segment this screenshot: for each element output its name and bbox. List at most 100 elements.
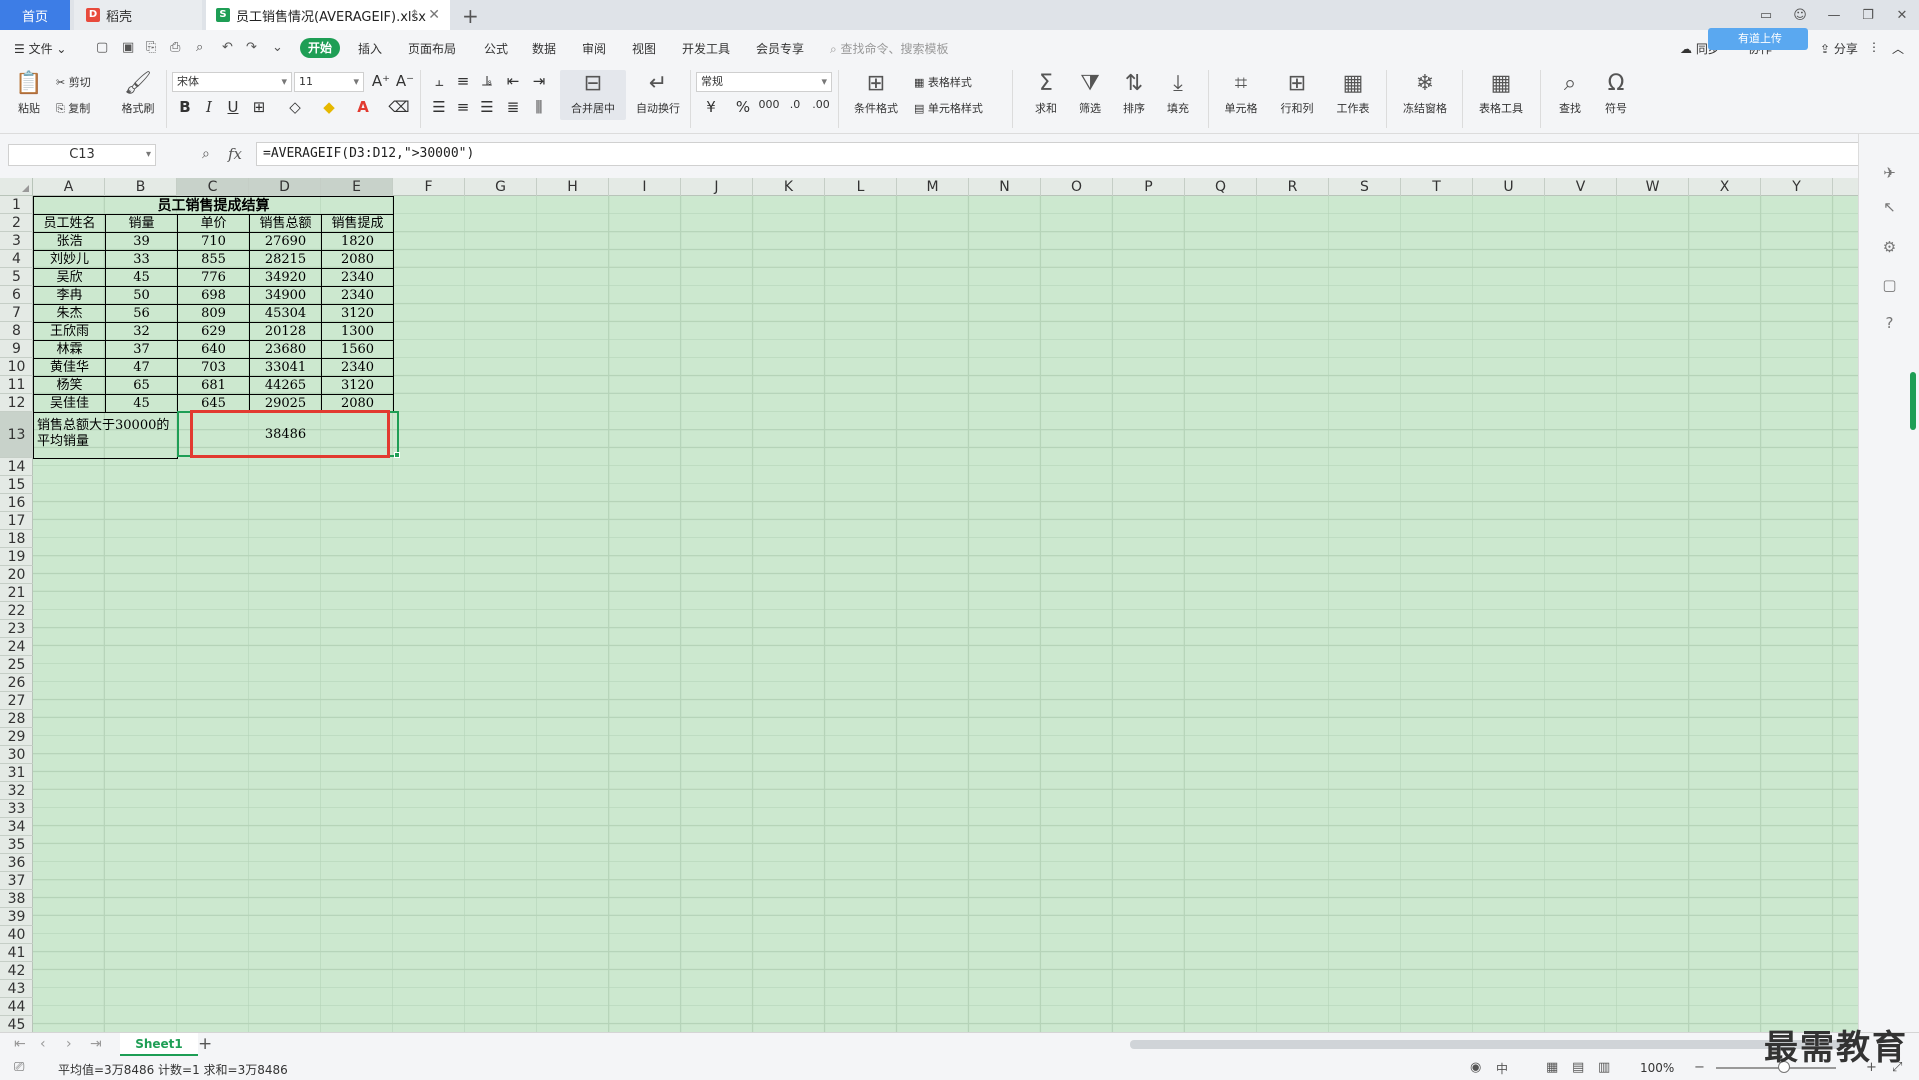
data-cell[interactable]: 朱杰 xyxy=(33,304,106,323)
freeze-panes-button[interactable]: ❄ 冻结窗格 xyxy=(1394,70,1456,116)
data-cell[interactable]: 吴欣 xyxy=(33,268,106,287)
data-cell[interactable]: 2340 xyxy=(321,268,394,287)
menu-developer[interactable]: 开发工具 xyxy=(682,40,730,57)
pin-icon[interactable]: ✈ xyxy=(1859,164,1919,182)
data-cell[interactable]: 27690 xyxy=(249,232,322,251)
data-cell[interactable]: 65 xyxy=(105,376,178,395)
menu-data[interactable]: 数据 xyxy=(532,40,556,57)
border-icon[interactable]: ⊞ xyxy=(248,98,270,116)
data-cell[interactable]: 杨笑 xyxy=(33,376,106,395)
print-icon[interactable]: ⎙ xyxy=(170,40,180,55)
column-header-v[interactable]: V xyxy=(1545,178,1617,196)
data-cell[interactable]: 45 xyxy=(105,268,178,287)
normal-view-icon[interactable]: ▦ xyxy=(1546,1060,1558,1075)
column-header-l[interactable]: L xyxy=(825,178,897,196)
increase-decimal-icon[interactable]: .0 xyxy=(784,98,806,111)
align-right-icon[interactable]: ☰ xyxy=(476,98,498,116)
column-header-j[interactable]: J xyxy=(681,178,753,196)
filter-button[interactable]: ⧩ 筛选 xyxy=(1068,70,1112,116)
data-cell[interactable]: 33 xyxy=(105,250,178,269)
collapse-ribbon-icon[interactable]: ︿ xyxy=(1892,40,1904,57)
close-tab-icon[interactable]: ✕ xyxy=(428,7,440,23)
table-title[interactable]: 员工销售提成结算 xyxy=(33,196,394,215)
row-header-14[interactable]: 14 xyxy=(0,458,33,476)
data-cell[interactable]: 809 xyxy=(177,304,250,323)
next-sheet-icon[interactable]: › xyxy=(66,1036,72,1052)
column-header-i[interactable]: I xyxy=(609,178,681,196)
prev-sheet-icon[interactable]: ‹ xyxy=(40,1036,46,1052)
column-header-a[interactable]: A xyxy=(33,178,105,196)
header-cell[interactable]: 销售提成 xyxy=(321,214,394,233)
row-header-28[interactable]: 28 xyxy=(0,710,33,728)
data-cell[interactable]: 王欣雨 xyxy=(33,322,106,341)
sort-button[interactable]: ⇅ 排序 xyxy=(1112,70,1156,116)
undo-icon[interactable]: ↶ xyxy=(222,40,233,55)
row-header-7[interactable]: 7 xyxy=(0,304,33,322)
select-all-corner[interactable] xyxy=(0,178,33,196)
data-cell[interactable]: 黄佳华 xyxy=(33,358,106,377)
row-header-11[interactable]: 11 xyxy=(0,376,33,394)
data-cell[interactable]: 34900 xyxy=(249,286,322,305)
fill-handle[interactable] xyxy=(394,452,400,458)
row-header-23[interactable]: 23 xyxy=(0,620,33,638)
row-header-16[interactable]: 16 xyxy=(0,494,33,512)
row-header-3[interactable]: 3 xyxy=(0,232,33,250)
row-header-37[interactable]: 37 xyxy=(0,872,33,890)
row-header-17[interactable]: 17 xyxy=(0,512,33,530)
data-cell[interactable]: 703 xyxy=(177,358,250,377)
column-header-p[interactable]: P xyxy=(1113,178,1185,196)
row-header-39[interactable]: 39 xyxy=(0,908,33,926)
column-header-n[interactable]: N xyxy=(969,178,1041,196)
column-header-y[interactable]: Y xyxy=(1761,178,1833,196)
data-cell[interactable]: 45 xyxy=(105,394,178,413)
row-header-9[interactable]: 9 xyxy=(0,340,33,358)
cut-button[interactable]: ✂ 剪切 xyxy=(56,74,91,90)
row-header-45[interactable]: 45 xyxy=(0,1016,33,1032)
header-cell[interactable]: 员工姓名 xyxy=(33,214,106,233)
share-button[interactable]: ⇪ 分享 xyxy=(1820,40,1858,57)
data-cell[interactable]: 681 xyxy=(177,376,250,395)
row-header-35[interactable]: 35 xyxy=(0,836,33,854)
sheet-tab-sheet1[interactable]: Sheet1 xyxy=(120,1033,198,1056)
data-cell[interactable]: 47 xyxy=(105,358,178,377)
row-header-5[interactable]: 5 xyxy=(0,268,33,286)
row-header-21[interactable]: 21 xyxy=(0,584,33,602)
menu-view[interactable]: 视图 xyxy=(632,40,656,57)
fill-color-icon[interactable]: ◆ xyxy=(318,98,340,116)
more-icon[interactable]: ⋮ xyxy=(1868,40,1880,54)
data-cell[interactable]: 1560 xyxy=(321,340,394,359)
data-cell[interactable]: 1300 xyxy=(321,322,394,341)
data-cell[interactable]: 44265 xyxy=(249,376,322,395)
tab-daoke[interactable]: D 稻壳 xyxy=(74,0,202,30)
row-header-2[interactable]: 2 xyxy=(0,214,33,232)
column-header-h[interactable]: H xyxy=(537,178,609,196)
row-header-4[interactable]: 4 xyxy=(0,250,33,268)
row-header-38[interactable]: 38 xyxy=(0,890,33,908)
fx-icon[interactable]: fx xyxy=(228,145,242,163)
rows-cols-button[interactable]: ⊞ 行和列 xyxy=(1270,70,1324,116)
new-icon[interactable]: ▢ xyxy=(96,40,108,55)
data-cell[interactable]: 698 xyxy=(177,286,250,305)
bold-icon[interactable]: B xyxy=(174,98,196,116)
number-format-select[interactable]: 常规 ▾ xyxy=(696,72,832,92)
macro-icon[interactable]: ⎚ xyxy=(14,1060,24,1075)
data-cell[interactable]: 林霖 xyxy=(33,340,106,359)
data-cell[interactable]: 855 xyxy=(177,250,250,269)
menu-insert[interactable]: 插入 xyxy=(358,40,382,57)
distribute-icon[interactable]: ⫼ xyxy=(528,98,550,116)
row-header-31[interactable]: 31 xyxy=(0,764,33,782)
column-header-u[interactable]: U xyxy=(1473,178,1545,196)
page-layout-view-icon[interactable]: ▤ xyxy=(1572,1060,1584,1075)
format-painter-button[interactable]: 🖌 格式刷 xyxy=(118,70,158,116)
column-header-d[interactable]: D xyxy=(249,178,321,196)
data-cell[interactable]: 2340 xyxy=(321,286,394,305)
row-header-1[interactable]: 1 xyxy=(0,196,33,214)
pin-icon[interactable]: ↑ xyxy=(409,8,420,23)
tab-document[interactable]: S 员工销售情况(AVERAGEIF).xlsx ↑ ✕ xyxy=(206,0,450,30)
save-icon[interactable]: ▣ xyxy=(122,40,134,55)
preview-icon[interactable]: ⌕ xyxy=(196,40,203,55)
add-sheet-button[interactable]: + xyxy=(198,1034,212,1054)
customize-icon[interactable]: ⌄ xyxy=(272,40,283,55)
row-header-42[interactable]: 42 xyxy=(0,962,33,980)
menu-membership[interactable]: 会员专享 xyxy=(756,40,804,57)
